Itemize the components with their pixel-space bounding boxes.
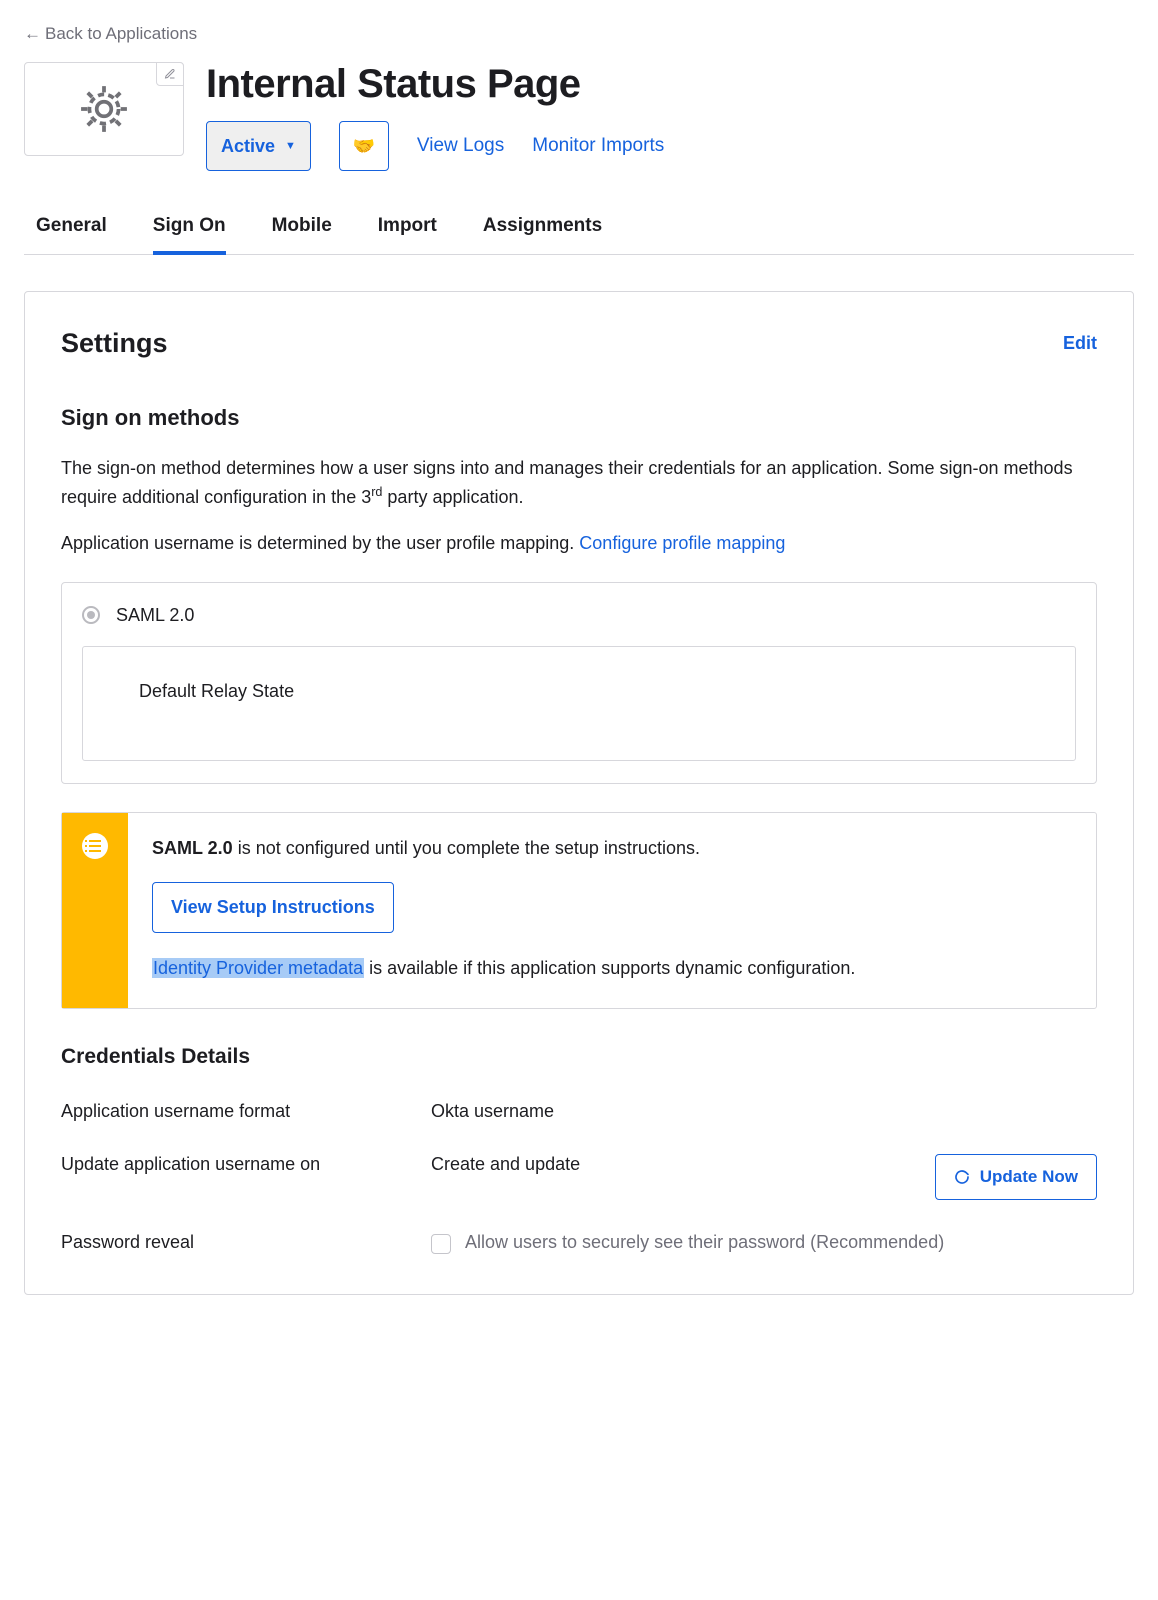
status-dropdown[interactable]: Active ▼ bbox=[206, 121, 311, 171]
tab-mobile[interactable]: Mobile bbox=[272, 203, 332, 255]
relay-state-box: Default Relay State bbox=[82, 646, 1076, 761]
alert-message: SAML 2.0 is not configured until you com… bbox=[152, 835, 855, 862]
configure-profile-mapping-link[interactable]: Configure profile mapping bbox=[579, 533, 785, 553]
credential-row-password-reveal: Password reveal Allow users to securely … bbox=[61, 1232, 1097, 1254]
password-reveal-label: Password reveal bbox=[61, 1232, 431, 1253]
status-label: Active bbox=[221, 136, 275, 157]
monitor-imports-link[interactable]: Monitor Imports bbox=[532, 135, 664, 157]
username-format-label: Application username format bbox=[61, 1101, 431, 1122]
tab-import[interactable]: Import bbox=[378, 203, 437, 255]
view-logs-link[interactable]: View Logs bbox=[417, 135, 504, 157]
refresh-icon bbox=[954, 1169, 970, 1185]
handshake-icon: 🤝 bbox=[353, 136, 375, 157]
password-reveal-checkbox-row[interactable]: Allow users to securely see their passwo… bbox=[431, 1232, 944, 1254]
password-reveal-checkbox[interactable] bbox=[431, 1234, 451, 1254]
back-label: Back to Applications bbox=[45, 24, 197, 44]
edit-logo-button[interactable] bbox=[156, 62, 184, 86]
pencil-icon bbox=[164, 68, 176, 80]
update-on-value: Create and update bbox=[431, 1154, 580, 1175]
chevron-down-icon: ▼ bbox=[285, 140, 296, 152]
saml-radio[interactable] bbox=[82, 606, 100, 624]
view-setup-instructions-button[interactable]: View Setup Instructions bbox=[152, 882, 394, 933]
idp-metadata-message: Identity Provider metadata is available … bbox=[152, 955, 855, 982]
activity-icon-button[interactable]: 🤝 bbox=[339, 121, 389, 171]
tab-sign-on[interactable]: Sign On bbox=[153, 203, 226, 255]
update-on-label: Update application username on bbox=[61, 1154, 431, 1175]
credentials-details-heading: Credentials Details bbox=[61, 1045, 1097, 1069]
settings-title: Settings bbox=[61, 328, 168, 359]
back-to-applications-link[interactable]: ← Back to Applications bbox=[24, 24, 197, 44]
page-title: Internal Status Page bbox=[206, 62, 1134, 107]
sign-on-method-box: SAML 2.0 Default Relay State bbox=[61, 582, 1097, 784]
sign-on-description-2: Application username is determined by th… bbox=[61, 530, 1097, 558]
arrow-left-icon: ← bbox=[24, 24, 41, 44]
identity-provider-metadata-link[interactable]: Identity Provider metadata bbox=[152, 958, 364, 978]
edit-settings-link[interactable]: Edit bbox=[1063, 333, 1097, 354]
app-logo bbox=[24, 62, 184, 156]
credential-row-update-on: Update application username on Create an… bbox=[61, 1154, 1097, 1200]
alert-bar bbox=[62, 813, 128, 1008]
list-icon bbox=[82, 833, 108, 859]
credential-row-username-format: Application username format Okta usernam… bbox=[61, 1101, 1097, 1122]
saml-radio-label: SAML 2.0 bbox=[116, 605, 194, 626]
tabs: General Sign On Mobile Import Assignment… bbox=[24, 203, 1134, 255]
update-now-button[interactable]: Update Now bbox=[935, 1154, 1097, 1200]
settings-panel: Settings Edit Sign on methods The sign-o… bbox=[24, 291, 1134, 1295]
relay-state-label: Default Relay State bbox=[139, 681, 294, 701]
gear-icon bbox=[79, 84, 129, 134]
sign-on-description-1: The sign-on method determines how a user… bbox=[61, 455, 1097, 512]
tab-general[interactable]: General bbox=[36, 203, 107, 255]
setup-alert: SAML 2.0 is not configured until you com… bbox=[61, 812, 1097, 1009]
username-format-value: Okta username bbox=[431, 1101, 554, 1122]
tab-assignments[interactable]: Assignments bbox=[483, 203, 602, 255]
sign-on-methods-heading: Sign on methods bbox=[61, 405, 1097, 431]
password-reveal-checkbox-label: Allow users to securely see their passwo… bbox=[465, 1232, 944, 1253]
